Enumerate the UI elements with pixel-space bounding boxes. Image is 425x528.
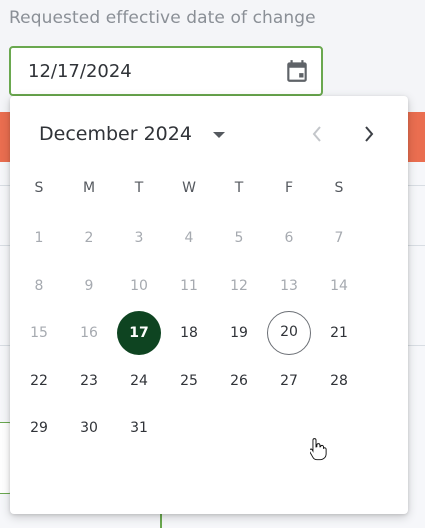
day-23[interactable]: 23 [67, 359, 111, 403]
day-17[interactable]: 17 [117, 311, 161, 355]
date-picker-popup: December 2024 S M T W T F S 1 2 3 4 5 6 7 8 9 10 11 12 13 14… [10, 96, 408, 514]
day-20[interactable]: 20 [267, 311, 311, 355]
effective-date-label: Requested effective date of change [9, 8, 316, 28]
previous-month-button[interactable] [306, 122, 330, 146]
next-month-button[interactable] [356, 122, 380, 146]
day-18[interactable]: 18 [167, 311, 211, 355]
day-10: 10 [130, 278, 148, 294]
day-13: 13 [280, 278, 298, 294]
day-12: 12 [230, 278, 248, 294]
day-24[interactable]: 24 [117, 359, 161, 403]
day-6: 6 [284, 230, 294, 246]
weekday-header: F [284, 180, 294, 196]
day-11: 11 [180, 278, 198, 294]
hand-cursor-icon [310, 438, 327, 461]
month-year-label[interactable]: December 2024 [39, 123, 192, 145]
day-9: 9 [84, 278, 94, 294]
day-29[interactable]: 29 [17, 406, 61, 450]
day-27[interactable]: 27 [267, 359, 311, 403]
day-15: 15 [30, 325, 48, 341]
day-25[interactable]: 25 [167, 359, 211, 403]
background-divider [160, 512, 162, 528]
weekday-header: S [334, 180, 344, 196]
day-21[interactable]: 21 [317, 311, 361, 355]
day-1: 1 [34, 230, 44, 246]
day-30[interactable]: 30 [67, 406, 111, 450]
day-14: 14 [330, 278, 348, 294]
weekday-header: M [82, 180, 96, 196]
effective-date-value[interactable]: 12/17/2024 [28, 61, 132, 82]
weekday-header: W [182, 180, 196, 196]
day-5: 5 [234, 230, 244, 246]
day-8: 8 [34, 278, 44, 294]
day-19[interactable]: 19 [217, 311, 261, 355]
day-7: 7 [334, 230, 344, 246]
chevron-down-icon[interactable] [210, 128, 228, 142]
weekday-header: T [234, 180, 244, 196]
day-22[interactable]: 22 [17, 359, 61, 403]
weekday-header: S [34, 180, 44, 196]
day-28[interactable]: 28 [317, 359, 361, 403]
weekday-header: T [134, 180, 144, 196]
day-3: 3 [134, 230, 144, 246]
effective-date-input[interactable]: 12/17/2024 [9, 46, 323, 96]
day-4: 4 [184, 230, 194, 246]
day-26[interactable]: 26 [217, 359, 261, 403]
day-31[interactable]: 31 [117, 406, 161, 450]
calendar-icon[interactable] [284, 58, 310, 84]
day-2: 2 [84, 230, 94, 246]
day-16: 16 [80, 325, 98, 341]
